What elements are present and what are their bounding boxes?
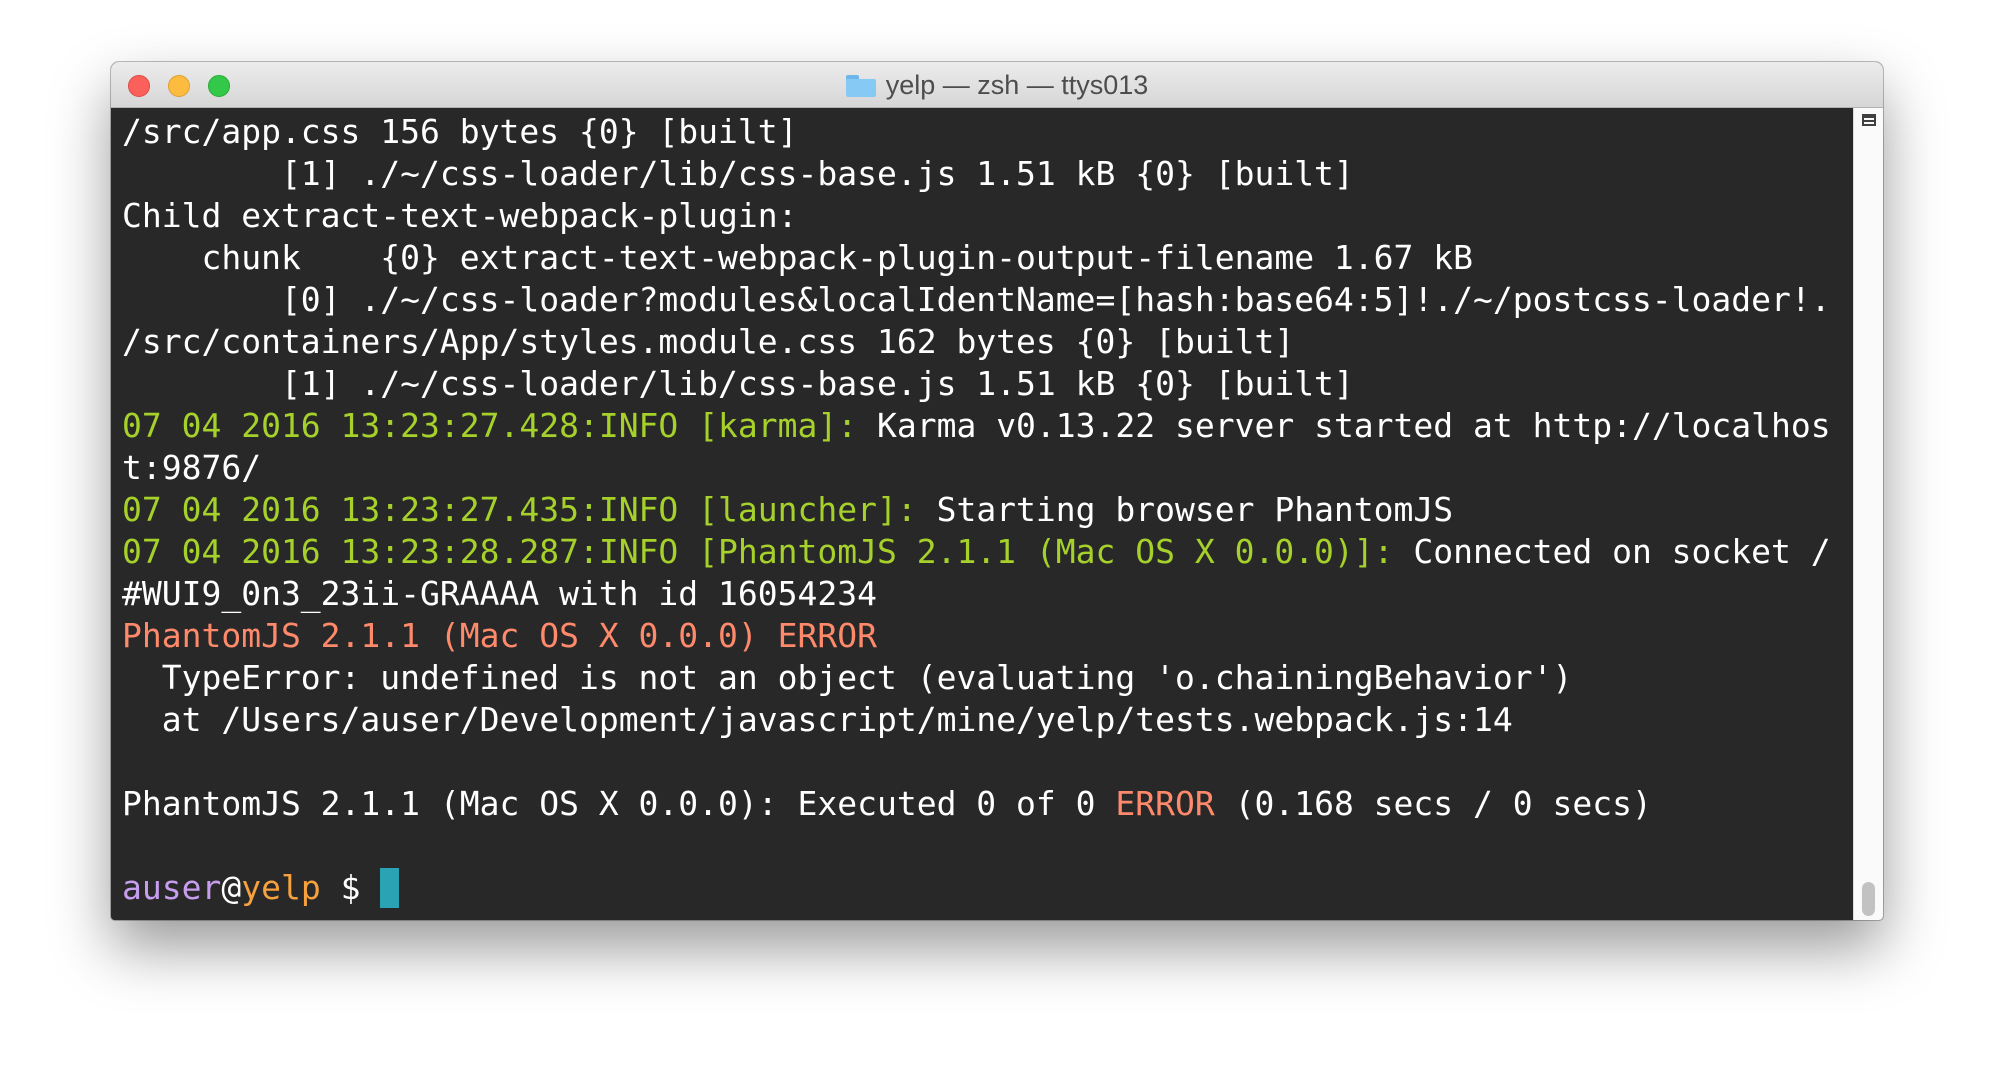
window-title: yelp — zsh — ttys013: [111, 62, 1883, 108]
terminal-line: TypeError: undefined is not an object (e…: [122, 657, 1831, 699]
prompt-host: yelp: [241, 868, 321, 907]
terminal-line: PhantomJS 2.1.1 (Mac OS X 0.0.0): Execut…: [122, 783, 1831, 825]
split-pane-icon[interactable]: [1862, 114, 1876, 126]
scroll-thumb[interactable]: [1862, 882, 1875, 916]
cursor: [380, 868, 400, 908]
terminal-text: PhantomJS 2.1.1 (Mac OS X 0.0.0): Execut…: [122, 784, 1116, 823]
terminal-line: [1] ./~/css-loader/lib/css-base.js 1.51 …: [122, 363, 1831, 405]
prompt-symbol: $: [320, 868, 381, 907]
terminal-line: [1] ./~/css-loader/lib/css-base.js 1.51 …: [122, 153, 1831, 195]
terminal-text: Starting browser PhantomJS: [936, 490, 1454, 529]
terminal-line: /src/app.css 156 bytes {0} [built]: [122, 111, 1831, 153]
prompt-line[interactable]: auser@yelp $: [122, 867, 1831, 909]
folder-icon: [845, 75, 876, 97]
prompt-at: @: [221, 868, 242, 907]
terminal-line: PhantomJS 2.1.1 (Mac OS X 0.0.0) ERROR: [122, 615, 1831, 657]
terminal-text: [1] ./~/css-loader/lib/css-base.js 1.51 …: [122, 364, 1354, 403]
scrollbar[interactable]: [1853, 108, 1883, 920]
terminal-line: t:9876/: [122, 447, 1831, 489]
terminal-text: /src/app.css 156 bytes {0} [built]: [122, 112, 798, 151]
title-bar[interactable]: yelp — zsh — ttys013: [111, 62, 1883, 108]
terminal-text: (0.168 secs / 0 secs): [1214, 784, 1652, 823]
terminal-text: /src/containers/App/styles.module.css 16…: [122, 322, 1295, 361]
terminal-text: TypeError: undefined is not an object (e…: [122, 658, 1573, 697]
terminal-line: 07 04 2016 13:23:27.428:INFO [karma]: Ka…: [122, 405, 1831, 447]
terminal-line: [0] ./~/css-loader?modules&localIdentNam…: [122, 279, 1831, 321]
terminal-lines: /src/app.css 156 bytes {0} [built] [1] .…: [122, 111, 1831, 909]
terminal-text: at /Users/auser/Development/javascript/m…: [122, 700, 1513, 739]
terminal-line: Child extract-text-webpack-plugin:: [122, 195, 1831, 237]
terminal-line: #WUI9_0n3_23ii-GRAAAA with id 16054234: [122, 573, 1831, 615]
prompt-user: auser: [122, 868, 222, 907]
terminal-text: [1] ./~/css-loader/lib/css-base.js 1.51 …: [122, 154, 1354, 193]
terminal-text: t:9876/: [122, 448, 262, 487]
terminal-window: yelp — zsh — ttys013 /src/app.css 156 by…: [111, 62, 1883, 920]
window-title-text: yelp — zsh — ttys013: [885, 69, 1149, 100]
terminal-text: 07 04 2016 13:23:27.428:INFO [karma]:: [122, 406, 877, 445]
terminal-line: /src/containers/App/styles.module.css 16…: [122, 321, 1831, 363]
terminal-text: #WUI9_0n3_23ii-GRAAAA with id 16054234: [122, 574, 877, 613]
terminal-line: chunk {0} extract-text-webpack-plugin-ou…: [122, 237, 1831, 279]
terminal-text: [0] ./~/css-loader?modules&localIdentNam…: [122, 280, 1831, 319]
terminal-line: 07 04 2016 13:23:27.435:INFO [launcher]:…: [122, 489, 1831, 531]
terminal-text: ERROR: [1115, 784, 1215, 823]
terminal-text: 07 04 2016 13:23:28.287:INFO [PhantomJS …: [122, 532, 1414, 571]
terminal-text: Connected on socket /: [1413, 532, 1831, 571]
terminal-text: PhantomJS 2.1.1 (Mac OS X 0.0.0) ERROR: [122, 616, 877, 655]
terminal-text: 07 04 2016 13:23:27.435:INFO [launcher]:: [122, 490, 937, 529]
terminal-text: chunk {0} extract-text-webpack-plugin-ou…: [122, 238, 1474, 277]
terminal-text: Child extract-text-webpack-plugin:: [122, 196, 798, 235]
terminal-line: at /Users/auser/Development/javascript/m…: [122, 699, 1831, 741]
terminal-text: Karma v0.13.22 server started at http://…: [876, 406, 1831, 445]
terminal-output[interactable]: /src/app.css 156 bytes {0} [built] [1] .…: [111, 108, 1853, 920]
terminal-line: 07 04 2016 13:23:28.287:INFO [PhantomJS …: [122, 531, 1831, 573]
